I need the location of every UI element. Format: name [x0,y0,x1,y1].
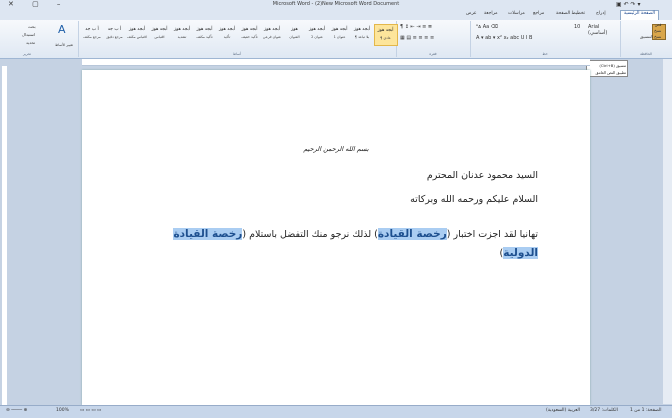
tab-view[interactable]: عرض [466,11,477,16]
editing-group-label: تحرير [22,52,32,56]
style-label: تأكيد مكثف [196,35,213,39]
style-item[interactable]: أبجد هوز ¶ بلا تباعد [351,24,373,44]
style-item[interactable]: أبجد هوز ¶ عادي [373,24,398,46]
style-item[interactable]: أبجد هوز عنوان 1 [329,24,351,44]
style-item[interactable]: أبجد هوز اقتباس [149,24,171,44]
find-button[interactable]: بحث [28,24,36,29]
body-paragraph: تهانيا لقد اجزت اختبار (رخصة القيادة) لذ… [134,225,538,263]
paragraph-list-buttons[interactable]: ¶ ↕ ⇤ ⇥ ≡ ≣ [400,24,432,30]
quick-access-toolbar[interactable]: ▣ ↶ ↷ ▾ [616,1,640,8]
style-item[interactable]: أ ب جد مرجع مكثف [81,24,103,44]
clipboard-actions: قص نسخ نسخ التنسيق [640,22,661,40]
window-title: Microsoft Word - (2)New Microsoft Word D… [272,1,400,7]
recipient-line: السيد محمود عدنان المحترم [426,170,538,181]
ribbon-tabs: ❓ الصفحة الرئيسية إدراج تخطيط الصفحة مرا… [0,10,672,28]
tab-mailings[interactable]: مراسلات [508,11,525,16]
title-bar: ✕ ▢ – Microsoft Word - (2)New Microsoft … [0,0,672,10]
vertical-ruler[interactable] [2,66,7,406]
style-label: مرجع دقيق [106,35,123,39]
style-item[interactable]: أبجد هوز اقتباس مكثف [126,24,148,44]
style-label: عنوان فرعي [262,35,282,39]
style-label: اقتباس [154,35,165,39]
page-count[interactable]: الصفحة: 1 من 1 [630,408,662,413]
language-indicator[interactable]: العربية (السعودية) [546,408,580,413]
font-size[interactable]: 10 [574,24,580,30]
style-item[interactable]: هوز العنوان [284,24,306,44]
styles-group: أبجد هوز ¶ عادي أبجد هوز ¶ بلا تباعد أبجد هو… [78,21,398,57]
bismillah-text: بسم الله الرحمن الرحيم [303,145,369,153]
paragraph-group: ¶ ↕ ⇤ ⇥ ≡ ≣ ▦ ▤ ≡ ≡ ≡ ≡ فقرة [396,21,471,57]
style-sample: أبجد هوز [308,27,326,32]
style-label: تأكيد [223,35,231,39]
clipboard-group-label: الحافظة [640,52,652,56]
font-size-buttons[interactable]: ᴬᴀ Aa ⌫ [476,24,498,30]
style-sample: أبجد هوز [263,27,281,32]
style-sample: هوز [291,27,298,32]
style-sample: أ ب جد [85,27,99,32]
select-button[interactable]: تحديد [26,40,35,45]
body-text-2: ) لذلك نرجو منك التفضل باستلام ( [242,229,378,240]
styles-group-label: أنماط [232,52,242,56]
style-label: تأكيد خفيف [241,35,258,39]
replace-button[interactable]: استبدال [22,32,35,37]
body-text-1: تهانيا لقد اجزت اختبار ( [446,229,538,240]
style-label: عنوان 1 [333,35,346,39]
style-sample: أ ب جد [107,27,122,32]
view-buttons[interactable]: ▭ ▭ ▭ ▭ [80,408,101,413]
font-format-buttons[interactable]: A ▾ ab ▾ x² x₂ abc U I B [476,35,532,41]
tab-references[interactable]: مراجع [533,11,544,16]
style-item[interactable]: أبجد هوز عنوان 2 [306,24,328,44]
change-styles-icon[interactable]: A [58,23,66,36]
editing-group: بحث استبدال تحديد تحرير [0,21,54,57]
highlighted-text-1[interactable]: رخصة القيادة [377,228,447,240]
horizontal-ruler[interactable] [82,59,590,66]
style-label: العنوان [289,35,300,39]
document-page[interactable]: بسم الله الرحمن الرحيم السيد محمود عدنان… [82,70,590,405]
change-styles-label[interactable]: تغيير الأنماط [55,43,73,47]
ribbon: الحافظة Arial (أساسي) 10 ᴬᴀ Aa ⌫ A ▾ ab … [0,20,672,59]
style-sample: أبجد هوز [241,27,258,32]
tab-review[interactable]: مراجعة [484,11,498,16]
tab-home[interactable]: الصفحة الرئيسية [620,10,660,20]
style-sample: أبجد هوز [128,27,146,32]
style-sample: أبجد هوز [331,27,348,32]
style-item[interactable]: أبجد هوز تأكيد مكثف [194,24,216,44]
vertical-scrollbar[interactable] [663,59,672,404]
style-item[interactable]: أبجد هوز تأكيد خفيف [239,24,261,44]
tab-insert[interactable]: إدراج [596,11,606,16]
style-label: ¶ عادي [380,36,391,40]
font-group-label: خط [542,52,548,56]
status-bar: الصفحة: 1 من 1 الكلمات: 3/27 العربية (ال… [0,405,672,418]
style-sample: أبجد هوز [151,27,168,32]
tab-page-layout[interactable]: تخطيط الصفحة [556,11,585,16]
tooltip-description: تطبيق النص الغامق [595,70,626,75]
bold-tooltip: تنسيق (Ctrl+B) تطبيق النص الغامق [586,60,628,77]
style-label: مرجع مكثف [83,35,101,39]
zoom-slider[interactable]: ⊖ ──── ⊕ [6,408,27,413]
format-painter-button[interactable]: نسخ التنسيق [640,34,661,40]
font-name[interactable]: Arial (أساسي) [588,24,620,36]
style-sample: أبجد هوز [173,27,191,32]
style-label: اقتباس مكثف [127,35,147,39]
style-label: ¶ بلا تباعد [354,35,370,39]
tooltip-title: تنسيق (Ctrl+B) [599,63,626,68]
greeting-line: السلام عليكم ورحمه الله وبركاته [410,194,538,205]
change-styles-group: A تغيير الأنماط [54,21,79,57]
style-item[interactable]: أبجد هوز تأكيد [216,24,238,44]
style-sample: أبجد هوز [196,27,213,32]
paragraph-align-buttons[interactable]: ▦ ▤ ≡ ≡ ≡ ≡ [400,35,434,41]
style-label: تشديد [177,35,187,39]
word-count[interactable]: الكلمات: 3/27 [590,408,618,413]
style-item[interactable]: أبجد هوز تشديد [171,24,193,44]
style-label: عنوان 2 [311,35,323,39]
style-item[interactable]: أبجد هوز عنوان فرعي [261,24,283,44]
font-group: Arial (أساسي) 10 ᴬᴀ Aa ⌫ A ▾ ab ▾ x² x₂ … [470,21,621,57]
style-sample: أبجد هوز [353,27,371,32]
style-sample: أبجد هوز [218,27,236,32]
paragraph-group-label: فقرة [429,52,437,56]
zoom-level[interactable]: 100% [56,408,69,413]
style-item[interactable]: أ ب جد مرجع دقيق [104,24,126,44]
style-sample: أبجد هوز [377,28,394,33]
